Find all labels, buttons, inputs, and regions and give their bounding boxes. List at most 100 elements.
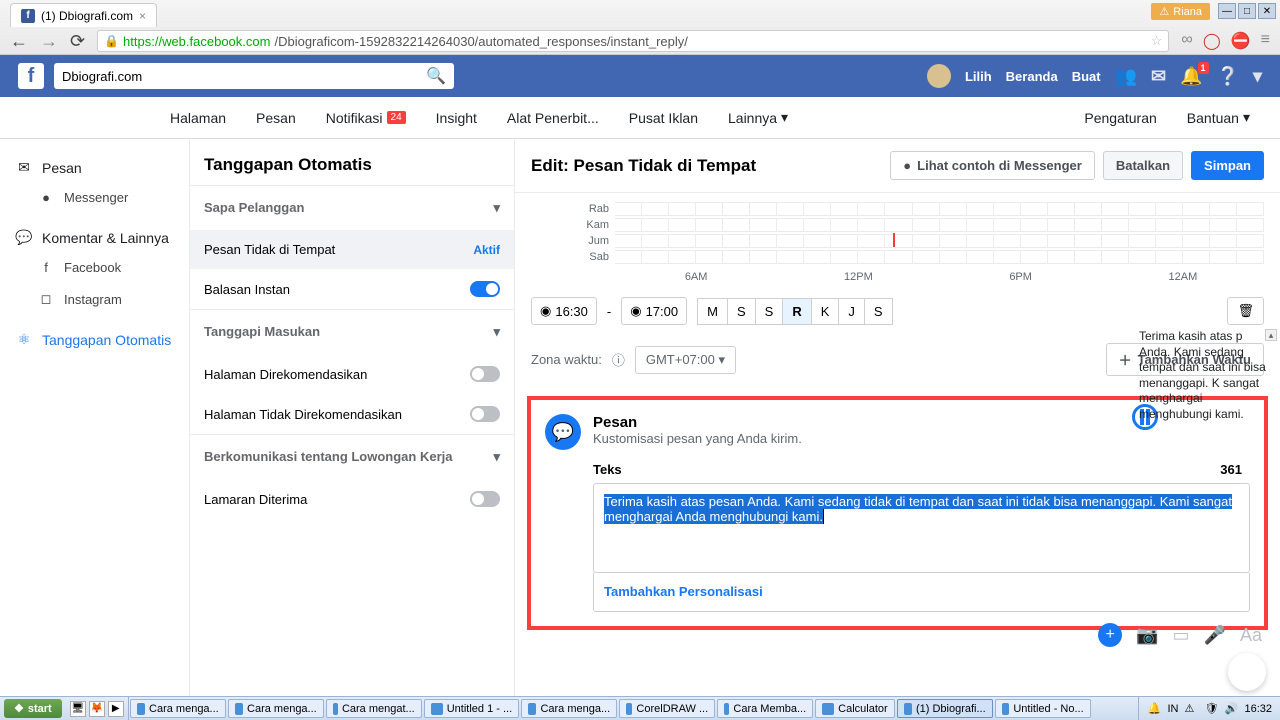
- forward-button[interactable]: →: [40, 31, 58, 52]
- gif-icon[interactable]: ▭: [1173, 625, 1190, 646]
- sidebar-pesan[interactable]: ✉Pesan: [0, 153, 189, 182]
- item-lamaran-diterima[interactable]: Lamaran Diterima: [190, 479, 514, 519]
- nav-insight[interactable]: Insight: [436, 110, 477, 126]
- delete-button[interactable]: 🗑: [1227, 297, 1264, 325]
- toggle[interactable]: [470, 366, 500, 382]
- mic-icon[interactable]: 🎤: [1204, 625, 1226, 646]
- nav-pesan[interactable]: Pesan: [256, 110, 296, 126]
- friends-icon[interactable]: 👥: [1115, 66, 1137, 87]
- user-name[interactable]: Lilih: [965, 69, 992, 84]
- toggle[interactable]: [470, 406, 500, 422]
- camera-icon[interactable]: 📷: [1136, 625, 1158, 646]
- bookmark-icon[interactable]: ☆: [1151, 33, 1163, 49]
- info-icon[interactable]: ⓘ: [612, 350, 625, 369]
- cancel-button[interactable]: Batalkan: [1103, 151, 1183, 180]
- tray-icon[interactable]: ⚠: [1184, 702, 1198, 716]
- nav-lainnya[interactable]: Lainnya ▾: [728, 109, 788, 126]
- minimize-button[interactable]: —: [1218, 3, 1236, 19]
- maximize-button[interactable]: □: [1238, 3, 1256, 19]
- language-indicator[interactable]: IN: [1167, 703, 1178, 715]
- time-from[interactable]: ◉16:30: [531, 297, 597, 325]
- chrome-profile[interactable]: ⚠ Riana: [1151, 3, 1210, 20]
- taskbar-item[interactable]: Cara menga...: [130, 699, 226, 718]
- add-button[interactable]: +: [1098, 623, 1122, 647]
- sidebar-komentar[interactable]: 💬Komentar & Lainnya: [0, 223, 189, 252]
- browser-tab[interactable]: f (1) Dbiografi.com ×: [10, 3, 157, 27]
- help-icon[interactable]: ❔: [1217, 66, 1239, 87]
- nav-halaman[interactable]: Halaman: [170, 110, 226, 126]
- taskbar-item[interactable]: Cara mengat...: [326, 699, 422, 718]
- taskbar-item[interactable]: (1) Dbiografi...: [897, 699, 993, 718]
- nav-buat[interactable]: Buat: [1072, 69, 1101, 84]
- sidebar-messenger[interactable]: ●Messenger: [0, 182, 189, 213]
- day-button[interactable]: J: [839, 298, 865, 325]
- avatar[interactable]: [927, 64, 951, 88]
- clock[interactable]: 16:32: [1244, 703, 1272, 715]
- notifications-icon[interactable]: 🔔1: [1180, 66, 1202, 87]
- day-button[interactable]: S: [728, 298, 756, 325]
- chat-minimize-button[interactable]: [1228, 653, 1266, 691]
- taskbar-item[interactable]: Untitled - No...: [995, 699, 1091, 718]
- toggle[interactable]: [470, 281, 500, 297]
- taskbar-item[interactable]: Cara menga...: [228, 699, 324, 718]
- search-icon[interactable]: 🔍: [426, 66, 446, 86]
- extension-icon[interactable]: ◯: [1203, 31, 1221, 51]
- nav-beranda[interactable]: Beranda: [1006, 69, 1058, 84]
- day-button[interactable]: R: [783, 298, 811, 325]
- tray-icon[interactable]: 🔔: [1147, 702, 1161, 716]
- close-icon[interactable]: ×: [139, 9, 146, 23]
- toggle[interactable]: [470, 491, 500, 507]
- taskbar-item[interactable]: Cara menga...: [521, 699, 617, 718]
- taskbar-item[interactable]: Untitled 1 - ...: [424, 699, 519, 718]
- address-bar[interactable]: 🔒 https://web.facebook.com/Dbiograficom-…: [97, 30, 1169, 52]
- nav-pusat[interactable]: Pusat Iklan: [629, 110, 698, 126]
- search-input[interactable]: [62, 69, 426, 84]
- add-personalization-link[interactable]: Tambahkan Personalisasi: [604, 584, 763, 599]
- section-lowongan[interactable]: Berkomunikasi tentang Lowongan Kerja▾: [190, 435, 514, 479]
- preview-messenger-button[interactable]: ●Lihat contoh di Messenger: [890, 151, 1095, 180]
- tray-icon[interactable]: 🛡: [1204, 702, 1218, 716]
- ql-icon[interactable]: 🦊: [89, 701, 105, 717]
- nav-alat[interactable]: Alat Penerbit...: [507, 110, 599, 126]
- messenger-icon[interactable]: ✉: [1151, 66, 1166, 87]
- extension-icon[interactable]: ⛔: [1231, 31, 1251, 51]
- section-masukan[interactable]: Tanggapi Masukan▾: [190, 310, 514, 354]
- back-button[interactable]: ←: [10, 31, 28, 52]
- item-balasan-instan[interactable]: Balasan Instan: [190, 269, 514, 309]
- item-hal-tidak-direkomendasikan[interactable]: Halaman Tidak Direkomendasikan: [190, 394, 514, 434]
- save-button[interactable]: Simpan: [1191, 151, 1264, 180]
- nav-bantuan[interactable]: Bantuan ▾: [1187, 109, 1250, 126]
- dropdown-icon[interactable]: ▾: [1253, 66, 1262, 87]
- day-button[interactable]: M: [697, 298, 728, 325]
- extension-icon[interactable]: ∞: [1181, 31, 1192, 51]
- item-pesan-tidak-di-tempat[interactable]: Pesan Tidak di TempatAktif: [190, 230, 514, 269]
- day-button[interactable]: K: [812, 298, 840, 325]
- day-button[interactable]: S: [865, 298, 893, 325]
- sidebar-facebook[interactable]: fFacebook: [0, 252, 189, 283]
- content-header: Edit: Pesan Tidak di Tempat ●Lihat conto…: [515, 139, 1280, 193]
- nav-pengaturan[interactable]: Pengaturan: [1084, 109, 1156, 126]
- time-to[interactable]: ◉17:00: [621, 297, 687, 325]
- item-hal-direkomendasikan[interactable]: Halaman Direkomendasikan: [190, 354, 514, 394]
- tray-icon[interactable]: 🔊: [1224, 702, 1238, 716]
- sidebar-instagram[interactable]: ◻Instagram: [0, 283, 189, 315]
- ql-icon[interactable]: ▶: [108, 701, 124, 717]
- facebook-logo[interactable]: f: [18, 63, 44, 89]
- chevron-down-icon: ▾: [493, 324, 500, 340]
- search-box[interactable]: 🔍: [54, 63, 454, 89]
- nav-notifikasi[interactable]: Notifikasi24: [326, 110, 406, 126]
- message-textarea[interactable]: Terima kasih atas pesan Anda. Kami sedan…: [593, 483, 1250, 573]
- taskbar-item[interactable]: Calculator: [815, 699, 895, 718]
- timezone-select[interactable]: GMT+07:00 ▾: [635, 346, 736, 374]
- start-button[interactable]: ❖ start: [4, 699, 62, 718]
- day-button[interactable]: S: [756, 298, 784, 325]
- reload-button[interactable]: ⟳: [70, 31, 85, 52]
- ql-icon[interactable]: 🖥: [70, 701, 86, 717]
- close-button[interactable]: ✕: [1258, 3, 1276, 19]
- section-sapa[interactable]: Sapa Pelanggan▾: [190, 186, 514, 230]
- sidebar-tanggapan[interactable]: ⚛Tanggapan Otomatis: [0, 325, 189, 354]
- taskbar-item[interactable]: CorelDRAW ...: [619, 699, 715, 718]
- menu-icon[interactable]: ≡: [1261, 31, 1270, 51]
- text-icon[interactable]: Aa: [1240, 625, 1262, 646]
- taskbar-item[interactable]: Cara Memba...: [717, 699, 813, 718]
